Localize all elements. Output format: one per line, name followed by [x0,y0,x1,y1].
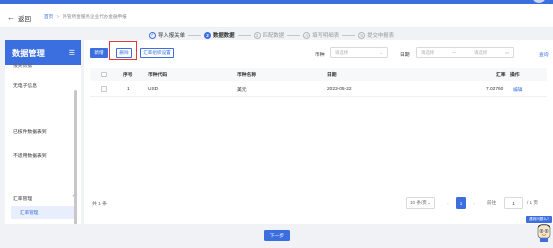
sidebar-item-customs-data[interactable]: 报关数据 [13,62,32,69]
step-connector [237,34,251,36]
assistant-mascot-icon[interactable] [536,222,552,242]
breadcrumb: 首页 > 外管所金服务企业代办金融申报 [44,14,127,20]
step-match: 3 匹配数据 [253,31,285,39]
sidebar-title: 数据管理 [12,48,45,58]
column-header-date: 日期 [327,73,337,78]
step-connector [287,34,301,36]
step-number: 2 [203,31,211,39]
row-checkbox[interactable] [101,86,107,92]
progress-steps: ✓ 导入报关单 2 数据数据 3 匹配数据 4 填写明细表 5 提交申报表 [149,30,394,40]
column-header-name: 币种名称 [237,73,257,78]
step-import: ✓ 导入报关单 [149,31,185,39]
user-avatar[interactable] [533,0,545,3]
step-number: 3 [253,31,261,39]
total-count: 共 1 条 [92,202,107,207]
goto-label: 前往 [487,200,497,205]
step-label: 导入报关单 [158,33,185,39]
currency-placeholder: 请选择 [335,49,349,55]
step-number: 5 [358,31,366,39]
chevron-down-icon: ⌄ [379,49,383,55]
sidebar-item-rate-management[interactable]: 汇率管理 [11,206,75,219]
step-label: 提交申报表 [367,33,395,39]
sidebar-scrollbar[interactable] [74,90,77,224]
select-all-checkbox[interactable] [101,71,107,78]
cell-name: 美元 [237,87,247,93]
date-range-picker[interactable]: 请选择 — 请选择 ▭ [416,47,514,58]
edit-link[interactable]: 编辑 [513,82,523,96]
total-pages: / 1 页 [527,200,538,205]
back-label: 返回 [18,16,31,23]
prev-page-button[interactable]: ‹ [444,197,452,209]
column-header-rate: 汇率 [496,73,506,78]
page-header: ← 返回 首页 > 外管所金服务企业代办金融申报 [0,4,553,28]
page-number-button[interactable]: 1 [456,197,466,209]
step-fill: 4 填写明细表 [303,31,339,39]
page-size-value: 10 条/页 [410,200,427,205]
sidebar-group-rate[interactable]: 汇率管理 ^ [13,195,75,202]
step-connector [187,34,201,36]
chevron-down-icon: ⌄ [427,200,431,205]
check-icon: ✓ [149,31,156,39]
date-end-placeholder: 请选择 [473,49,488,55]
step-label: 数据数据 [212,33,235,39]
step-label: 填写明细表 [312,33,340,39]
currency-select[interactable]: 请选择 ⌄ [330,47,388,58]
chevron-left-icon: ‹ [447,200,449,206]
sidebar: 数据管理 ☰ 报关数据 无电子信息 已核件数据表到 不适用数据表到 汇率管理 ^… [5,40,81,224]
sidebar-item-no-electronic[interactable]: 无电子信息 [13,82,37,89]
step-data: 2 数据数据 [203,31,235,39]
sidebar-item-verified[interactable]: 已核件数据表到 [13,128,47,135]
column-header-code: 币种代码 [148,73,168,78]
date-label: 日期 [400,53,410,58]
main-panel: 新增 删除 汇率组织设置 币种 请选择 ⌄ 日期 请选择 — 请选择 ▭ 查询 … [84,40,553,224]
page-size-select[interactable]: 10 条/页 ⌄ [406,197,435,209]
range-separator: — [451,50,457,55]
step-connector [342,34,356,36]
step-submit: 5 提交申报表 [358,31,394,39]
goto-page-input[interactable]: 1 [504,197,523,209]
breadcrumb-current: 外管所金服务企业代办金融申报 [62,14,127,19]
step-number: 4 [303,31,311,39]
currency-label: 币种 [315,53,325,58]
table-row: 1 USD 美元 2023-05-22 7.02760 编辑 [90,82,547,97]
cell-index: 1 [127,86,130,92]
column-header-index: 序号 [123,73,133,78]
next-page-button[interactable]: › [470,197,478,209]
delete-button[interactable]: 删除 [116,48,132,58]
cell-code: USD [148,86,159,92]
menu-icon[interactable]: ☰ [69,49,75,57]
cell-rate: 7.02760 [486,86,504,92]
add-button[interactable]: 新增 [90,48,108,58]
cell-date: 2023-05-22 [327,86,352,92]
chevron-right-icon: › [473,200,475,206]
next-step-button[interactable]: 下一步 [264,230,290,241]
column-header-action: 操作 [510,73,520,78]
back-button[interactable]: ← 返回 [7,13,31,24]
table-header: 序号 币种代码 币种名称 日期 汇率 操作 [90,68,547,81]
arrow-left-icon: ← [7,13,15,22]
rate-settings-button[interactable]: 汇率组织设置 [140,48,174,58]
sidebar-group-label: 汇率管理 [13,197,33,202]
breadcrumb-separator-icon: > [56,14,60,19]
calendar-icon: ▭ [504,49,509,55]
sidebar-item-not-applicable[interactable]: 不适用数据表到 [13,152,47,159]
date-start-placeholder: 请选择 [421,49,435,55]
step-label: 匹配数据 [262,33,285,39]
breadcrumb-home[interactable]: 首页 [44,14,53,19]
search-button[interactable]: 查询 [539,51,549,58]
